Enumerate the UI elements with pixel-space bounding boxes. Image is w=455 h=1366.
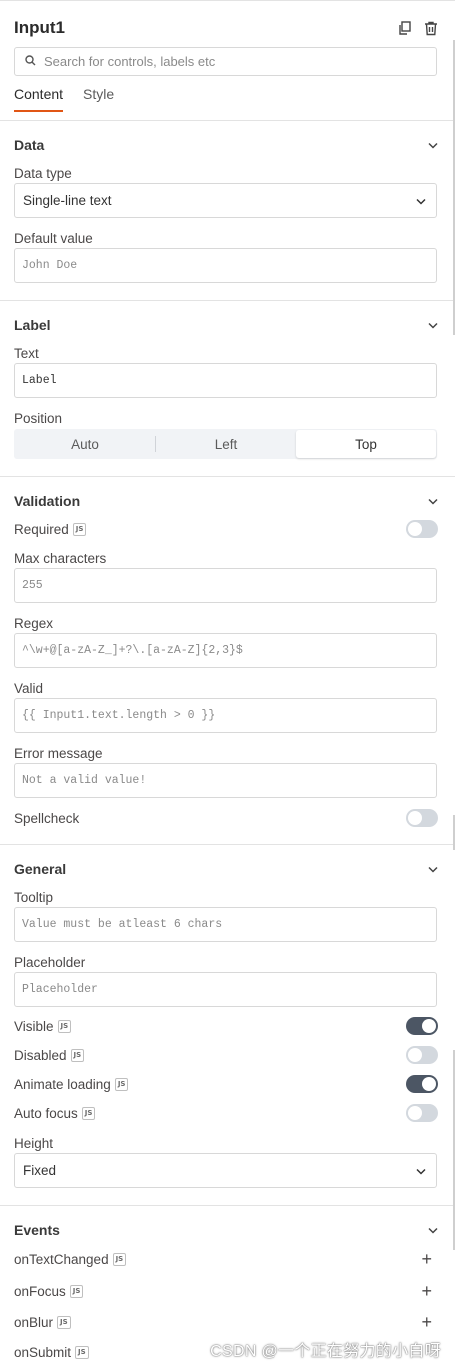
section-title: General (14, 861, 67, 877)
js-badge[interactable]: JS (75, 1346, 89, 1359)
label-section-header[interactable]: Label (14, 316, 438, 334)
widget-title: Input1 (14, 18, 65, 37)
data-type-select[interactable]: Single-line text (14, 183, 437, 218)
js-badge[interactable]: JS (114, 1077, 129, 1091)
add-event-icon[interactable]: + (421, 1313, 432, 1331)
section-title: Validation (14, 493, 81, 509)
chevron-down-icon (428, 136, 438, 154)
js-badge[interactable]: JS (72, 522, 87, 536)
js-badge[interactable]: JS (57, 1315, 71, 1329)
tab-content[interactable]: Content (14, 86, 64, 112)
placeholder-label: Placeholder (14, 955, 86, 970)
spellcheck-toggle[interactable] (406, 809, 438, 827)
event-label: onTextChanged (14, 1251, 109, 1267)
section-divider (0, 844, 455, 845)
section-divider (0, 1205, 455, 1206)
height-select[interactable]: Fixed (14, 1153, 437, 1188)
event-label: onBlur (14, 1314, 54, 1330)
position-left[interactable]: Left (156, 430, 296, 458)
chevron-down-icon (428, 492, 438, 510)
height-label: Height (14, 1136, 54, 1151)
property-tabs: Content Style (14, 86, 114, 112)
auto-focus-row: Auto focus JS (14, 1104, 438, 1122)
js-badge[interactable]: JS (112, 1252, 127, 1266)
position-segmented-control: Auto Left Top (14, 429, 437, 459)
valid-label: Valid (14, 681, 44, 696)
position-label: Position (14, 411, 63, 426)
event-label: onFocus (14, 1283, 66, 1299)
label-text-input[interactable]: Label (14, 363, 437, 398)
animate-loading-row: Animate loading JS (14, 1075, 438, 1093)
regex-label: Regex (14, 616, 54, 631)
panel-header: Input1 (14, 10, 438, 46)
max-characters-input[interactable]: 255 (14, 568, 437, 603)
required-toggle[interactable] (406, 520, 438, 538)
disabled-toggle[interactable] (406, 1046, 438, 1064)
copy-icon[interactable] (398, 21, 412, 35)
visible-row: Visible JS (14, 1017, 438, 1035)
section-divider (0, 476, 455, 477)
chevron-down-icon (416, 193, 426, 208)
visible-toggle[interactable] (406, 1017, 438, 1035)
section-title: Data (14, 137, 45, 153)
tooltip-label: Tooltip (14, 890, 54, 905)
search-icon (25, 53, 36, 71)
max-characters-label: Max characters (14, 551, 107, 566)
tab-style[interactable]: Style (83, 86, 114, 112)
default-value-label: Default value (14, 231, 93, 246)
watermark: CSDN @一个正在努力的小白呀 (210, 1343, 441, 1360)
trash-icon[interactable] (424, 21, 438, 36)
spellcheck-label: Spellcheck (14, 810, 80, 826)
auto-focus-label: Auto focus (14, 1105, 78, 1121)
height-value: Fixed (23, 1163, 57, 1178)
data-type-label: Data type (14, 166, 72, 181)
disabled-label: Disabled (14, 1047, 67, 1063)
event-row-ontextchanged: onTextChanged JS + (14, 1250, 438, 1268)
valid-input[interactable]: {{ Input1.text.length > 0 }} (14, 698, 437, 733)
required-row: Required JS (14, 520, 438, 538)
events-section-header[interactable]: Events (14, 1221, 438, 1239)
search-box[interactable] (14, 47, 437, 76)
general-section-header[interactable]: General (14, 860, 438, 878)
section-title: Events (14, 1222, 60, 1238)
position-top[interactable]: Top (296, 430, 436, 458)
top-border (0, 0, 455, 1)
validation-section-header[interactable]: Validation (14, 492, 438, 510)
section-title: Label (14, 317, 51, 333)
default-value-input[interactable]: John Doe (14, 248, 437, 283)
event-row-onfocus: onFocus JS + (14, 1282, 438, 1300)
js-badge[interactable]: JS (57, 1019, 72, 1033)
section-divider (0, 300, 455, 301)
add-event-icon[interactable]: + (421, 1282, 432, 1300)
regex-input[interactable]: ^\w+@[a-zA-Z_]+?\.[a-zA-Z]{2,3}$ (14, 633, 437, 668)
add-event-icon[interactable]: + (421, 1250, 432, 1268)
visible-label: Visible (14, 1018, 54, 1034)
label-text-label: Text (14, 346, 39, 361)
spellcheck-row: Spellcheck (14, 809, 438, 827)
animate-loading-label: Animate loading (14, 1076, 111, 1092)
js-badge[interactable]: JS (70, 1048, 85, 1062)
event-label: onSubmit (14, 1345, 72, 1360)
search-input[interactable] (44, 54, 424, 69)
error-message-input[interactable]: Not a valid value! (14, 763, 437, 798)
js-badge[interactable]: JS (81, 1106, 96, 1120)
tooltip-input[interactable]: Value must be atleast 6 chars (14, 907, 437, 942)
js-badge[interactable]: JS (69, 1284, 84, 1298)
auto-focus-toggle[interactable] (406, 1104, 438, 1122)
error-message-label: Error message (14, 746, 103, 761)
position-auto[interactable]: Auto (15, 430, 155, 458)
header-actions (398, 21, 438, 36)
chevron-down-icon (416, 1163, 426, 1178)
data-type-value: Single-line text (23, 193, 112, 208)
placeholder-input[interactable]: Placeholder (14, 972, 437, 1007)
event-row-onblur: onBlur JS + (14, 1313, 438, 1331)
chevron-down-icon (428, 316, 438, 334)
tabs-divider (0, 120, 455, 121)
chevron-down-icon (428, 860, 438, 878)
animate-loading-toggle[interactable] (406, 1075, 438, 1093)
required-label: Required (14, 521, 69, 537)
chevron-down-icon (428, 1221, 438, 1239)
disabled-row: Disabled JS (14, 1046, 438, 1064)
data-section-header[interactable]: Data (14, 136, 438, 154)
